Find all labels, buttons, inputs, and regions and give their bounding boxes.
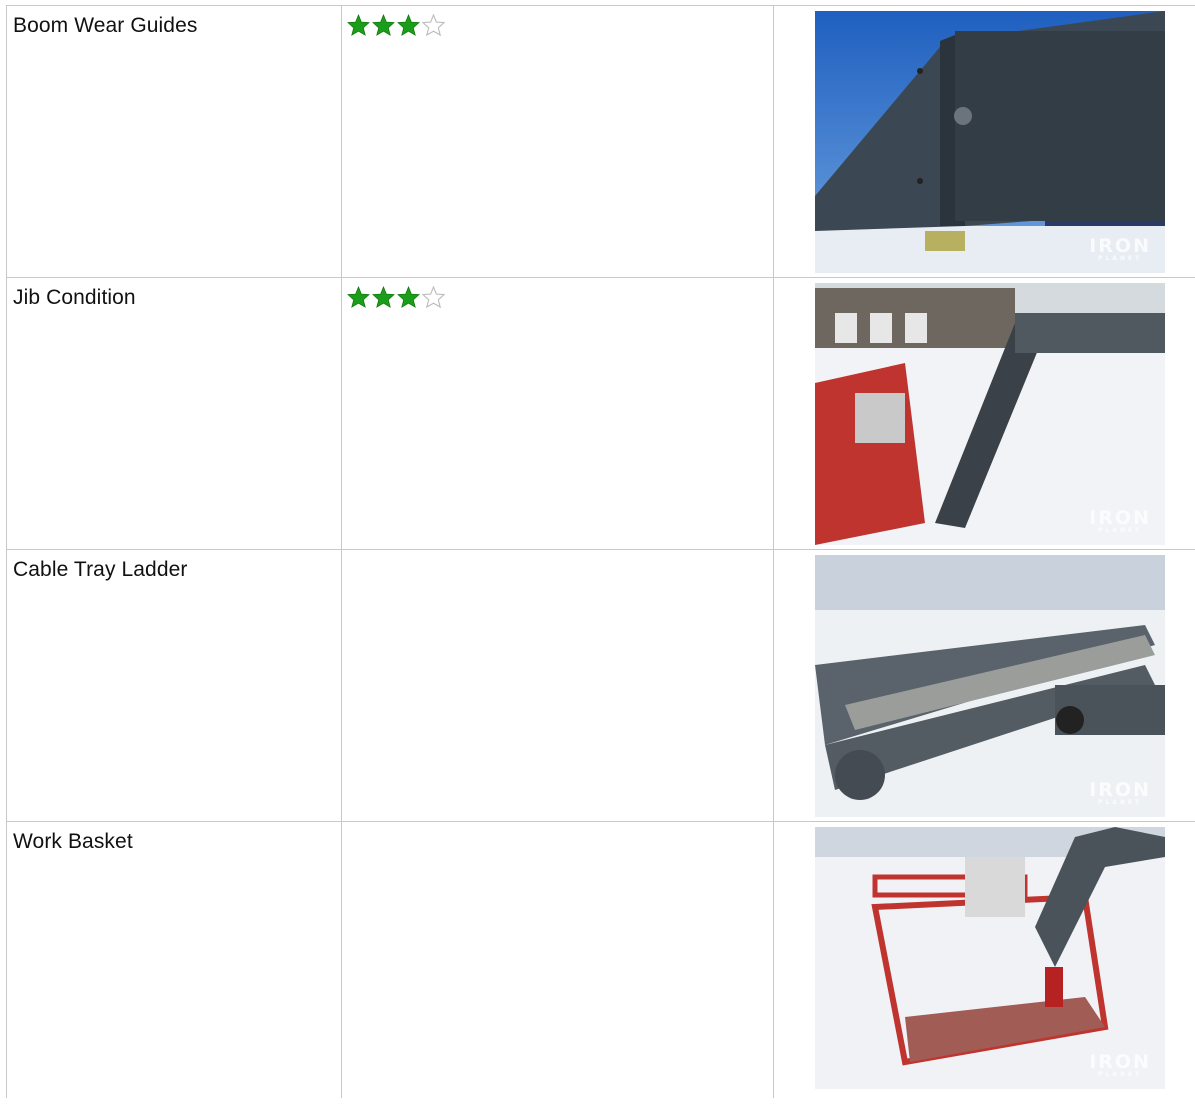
star-rating xyxy=(347,286,445,308)
row-label: Boom Wear Guides xyxy=(13,14,198,37)
label-cell: Boom Wear Guides xyxy=(6,6,341,277)
cable-tray-photo[interactable]: IRON PLANET xyxy=(815,555,1165,817)
iron-planet-watermark: IRON PLANET xyxy=(1089,779,1151,807)
iron-planet-watermark: IRON PLANET xyxy=(1089,235,1151,263)
photo-cell: IRON PLANET xyxy=(773,822,1195,1098)
star-filled-icon xyxy=(372,286,395,308)
label-cell: Work Basket xyxy=(6,822,341,1098)
row-label: Work Basket xyxy=(13,830,133,853)
photo-cell: IRON PLANET xyxy=(773,550,1195,821)
star-empty-icon xyxy=(422,14,445,36)
table-row: Jib Condition IRON PLANET xyxy=(6,278,1195,550)
boom-photo[interactable]: IRON PLANET xyxy=(815,11,1165,273)
photo-cell: IRON PLANET xyxy=(773,278,1195,549)
inspection-table: Boom Wear Guides IRON PLANET Jib Conditi… xyxy=(6,5,1195,1105)
table-row: Cable Tray Ladder IRON PLANET xyxy=(6,550,1195,822)
rating-cell xyxy=(341,278,773,549)
rating-cell xyxy=(341,822,773,1098)
rating-cell xyxy=(341,6,773,277)
table-row: Work Basket IRON PLANET xyxy=(6,822,1195,1098)
jib-photo[interactable]: IRON PLANET xyxy=(815,283,1165,545)
star-filled-icon xyxy=(347,286,370,308)
photo-cell: IRON PLANET xyxy=(773,6,1195,277)
star-filled-icon xyxy=(372,14,395,36)
iron-planet-watermark: IRON PLANET xyxy=(1089,1051,1151,1079)
row-label: Cable Tray Ladder xyxy=(13,558,188,581)
work-basket-photo[interactable]: IRON PLANET xyxy=(815,827,1165,1089)
star-filled-icon xyxy=(397,14,420,36)
star-filled-icon xyxy=(347,14,370,36)
star-empty-icon xyxy=(422,286,445,308)
label-cell: Jib Condition xyxy=(6,278,341,549)
star-filled-icon xyxy=(397,286,420,308)
table-row: Boom Wear Guides IRON PLANET xyxy=(6,6,1195,278)
row-label: Jib Condition xyxy=(13,286,136,309)
rating-cell xyxy=(341,550,773,821)
star-rating xyxy=(347,14,445,36)
iron-planet-watermark: IRON PLANET xyxy=(1089,507,1151,535)
label-cell: Cable Tray Ladder xyxy=(6,550,341,821)
